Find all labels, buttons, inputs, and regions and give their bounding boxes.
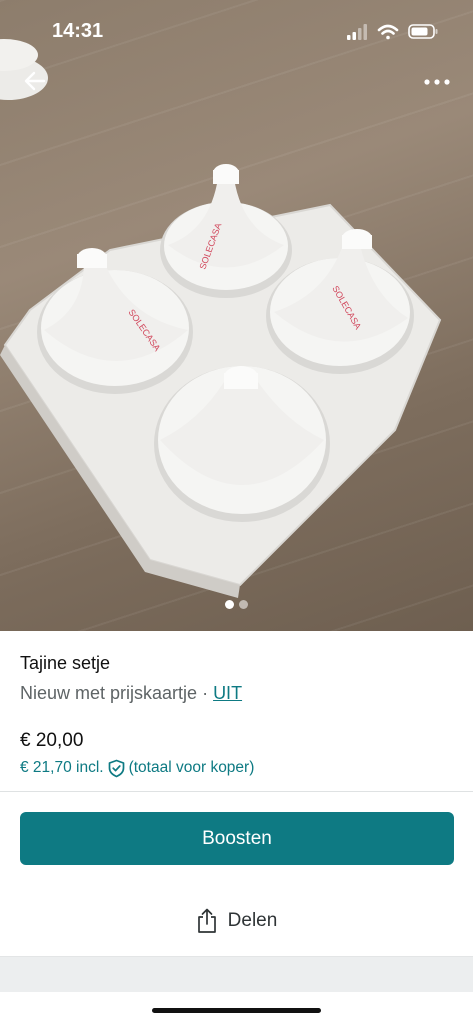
subtitle-separator: ·: [197, 683, 214, 703]
price-incl-note: (totaal voor koper): [128, 759, 255, 776]
back-arrow-icon: [24, 71, 46, 91]
divider: [0, 791, 473, 792]
signal-icon: [347, 24, 367, 40]
share-icon: [197, 908, 216, 933]
product-condition: Nieuw met prijskaartje: [20, 683, 198, 703]
price-incl: € 21,70 incl.: [20, 759, 104, 776]
boost-button-label: Boosten: [202, 827, 272, 849]
bottom-section: [0, 956, 473, 992]
share-label: Delen: [227, 910, 278, 931]
share-button[interactable]: Delen: [0, 900, 473, 942]
boost-button[interactable]: Boosten: [20, 812, 454, 865]
status-bar: 14:31: [0, 0, 473, 62]
wifi-icon: [377, 24, 399, 40]
more-icon: [424, 79, 450, 85]
shield-check-icon: [108, 759, 124, 777]
product-info: Tajine setje Nieuw met prijskaartje · UI…: [20, 650, 453, 780]
photo-pagination: [0, 600, 473, 612]
back-button[interactable]: [18, 64, 52, 98]
price-incl-row[interactable]: € 21,70 incl. (totaal voor koper): [20, 756, 453, 780]
status-icons: [347, 24, 438, 40]
product-subtitle: Nieuw met prijskaartje · UIT: [20, 678, 453, 708]
pagination-dot[interactable]: [239, 600, 248, 609]
product-title: Tajine setje: [20, 653, 111, 673]
more-options-button[interactable]: [419, 66, 455, 98]
status-time: 14:31: [52, 20, 104, 42]
tajine-set-image: SOLECASA SOLECASA SOLECASA: [0, 39, 442, 598]
battery-icon: [408, 24, 438, 39]
pagination-dot-active[interactable]: [225, 600, 234, 609]
home-indicator: [152, 1008, 321, 1013]
brand-link[interactable]: UIT: [213, 683, 242, 703]
product-photo[interactable]: SOLECASA SOLECASA SOLECASA: [0, 0, 473, 631]
product-price: € 20,00: [20, 730, 84, 751]
